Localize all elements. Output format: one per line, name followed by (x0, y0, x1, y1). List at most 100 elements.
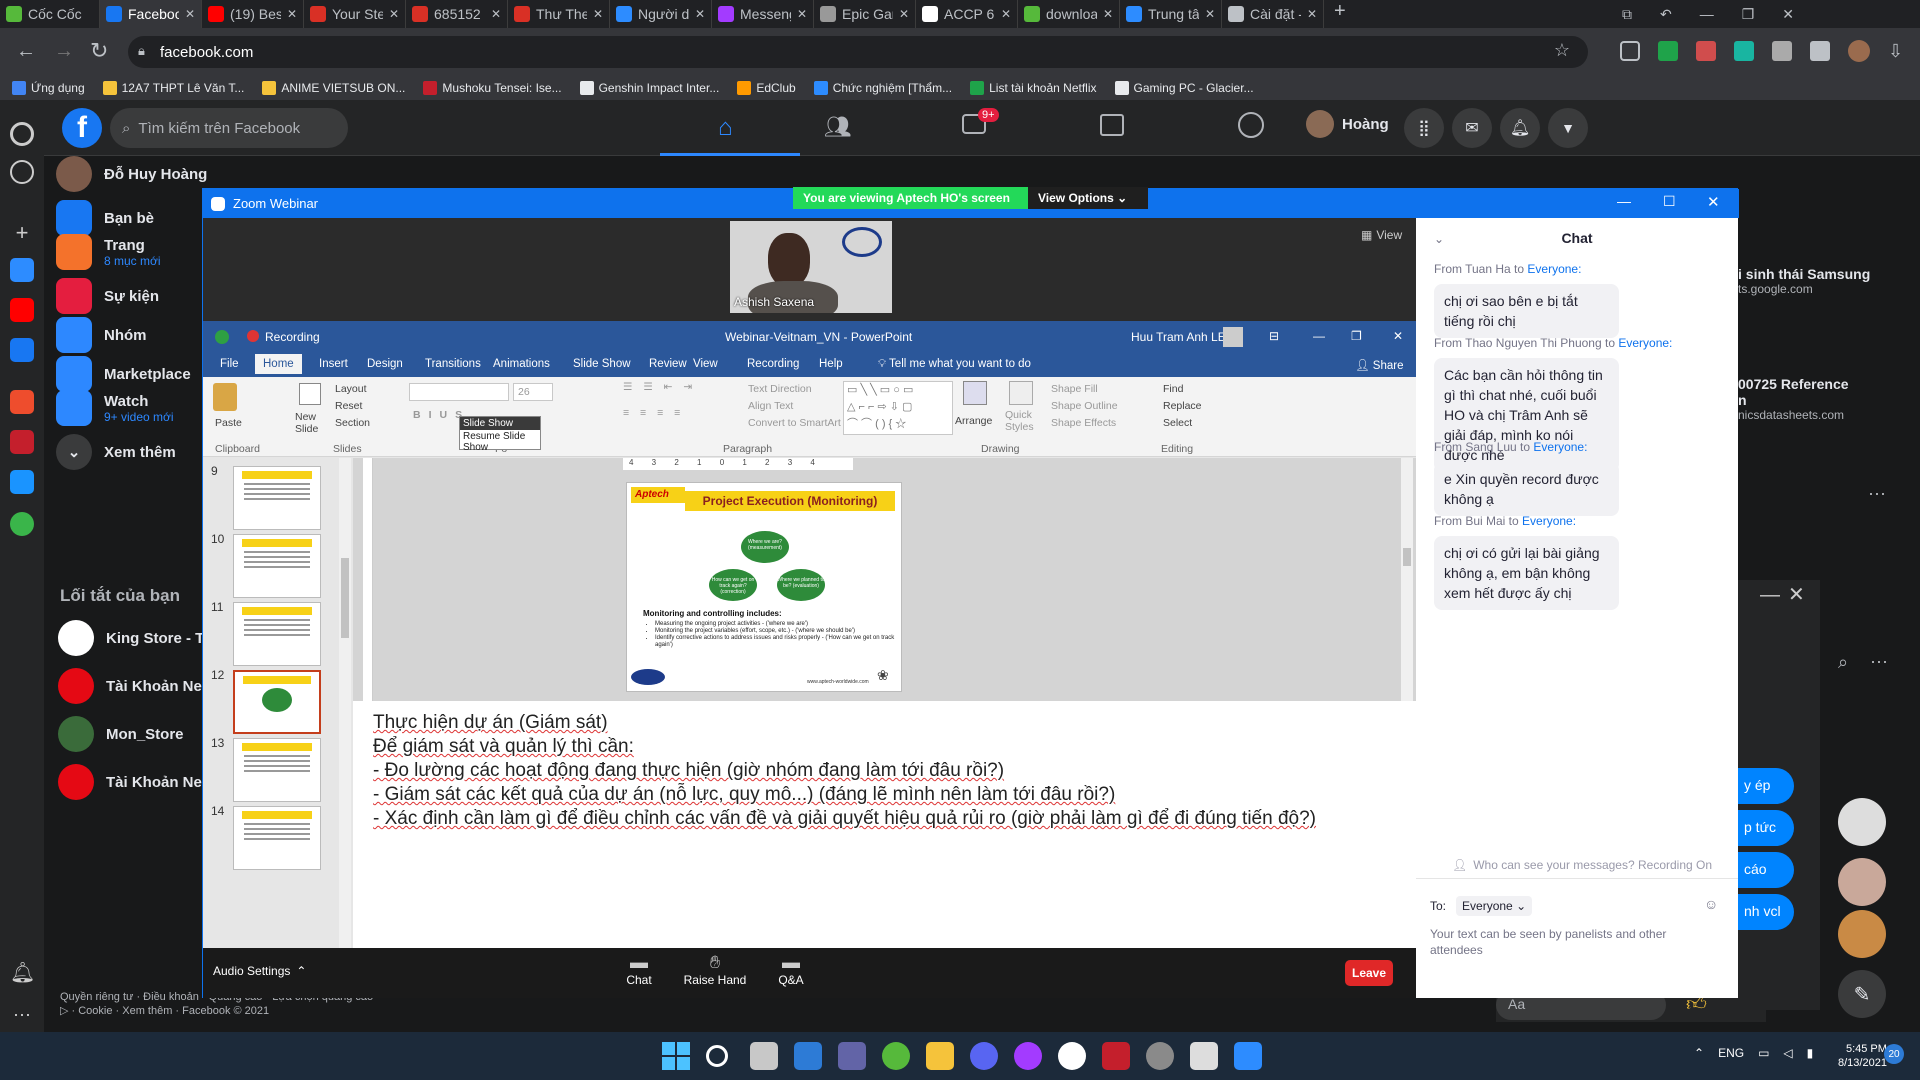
sidebar-item[interactable]: Sự kiện (56, 278, 226, 314)
slide-thumbnail[interactable] (233, 738, 321, 802)
tab-close-icon[interactable]: ✕ (593, 7, 603, 21)
tab-close-icon[interactable]: ✕ (1205, 7, 1215, 21)
sidebar-item[interactable]: Đỗ Huy Hoàng (56, 156, 226, 192)
chat-recipient[interactable]: Everyone: (1533, 440, 1587, 454)
paste-label[interactable]: Paste (215, 417, 242, 429)
nav-home[interactable]: ⌂ (660, 100, 800, 156)
ribbon-tab[interactable]: File (220, 358, 239, 370)
browser-tab[interactable]: 685152 is ✕ (406, 0, 508, 28)
browser-tab[interactable]: Cốc Cốc (0, 0, 100, 28)
tab-close-icon[interactable]: ✕ (1307, 7, 1317, 21)
shapes-gallery[interactable]: ▭ ╲ ╲ ▭ ○ ▭ △ ⌐ ⌐ ⇨ ⇩ ▢ ⌒ ⌒ ( ) { ☆ (843, 381, 953, 435)
raise-hand-button[interactable]: ✋︎ Raise Hand (675, 952, 755, 987)
text-direction-button[interactable]: Text Direction (748, 383, 812, 395)
account-chevron-icon[interactable]: ▼ (1548, 108, 1588, 148)
add-icon[interactable]: + (10, 220, 34, 245)
sidebar-item[interactable]: Bạn bè (56, 200, 226, 236)
view-button[interactable]: ▦ View (1361, 228, 1402, 242)
extension-icon[interactable] (1696, 41, 1716, 61)
scroll-thumb[interactable] (1403, 548, 1411, 566)
search-input[interactable]: ⌕ Tìm kiếm trên Facebook (110, 108, 348, 148)
battery-icon[interactable]: ▮ (1807, 1046, 1814, 1060)
align-buttons[interactable]: ≡ ≡ ≡ ≡ (623, 407, 684, 419)
chevron-up-icon[interactable]: ⌃ (1694, 1046, 1704, 1060)
restore-icon[interactable]: ❐ (1742, 6, 1755, 23)
chat-button[interactable]: ▬ Chat (621, 952, 657, 987)
browser-tab[interactable]: Messenge ✕ (712, 0, 814, 28)
tab-close-icon[interactable]: ✕ (1103, 7, 1113, 21)
sidebar-item[interactable]: ⌄ Xem thêm (56, 434, 226, 470)
puzzle-icon[interactable] (1810, 41, 1830, 61)
url-omnibox[interactable]: 🔒︎ facebook.com ☆ (128, 36, 1588, 68)
share-button[interactable]: 👤︎ Share (1355, 358, 1403, 372)
chat-recipient[interactable]: Everyone: (1618, 336, 1672, 350)
browser-tab[interactable]: Trung tâm ✕ (1120, 0, 1222, 28)
close-icon[interactable]: ✕ (1782, 6, 1794, 23)
to-recipient-select[interactable]: Everyone ⌄ (1456, 896, 1533, 916)
browser-tab[interactable]: download ✕ (1018, 0, 1120, 28)
facebook-icon[interactable] (10, 338, 34, 362)
sponsor-title[interactable]: 00725 Reference (1738, 376, 1920, 392)
bookmark-item[interactable]: Gaming PC - Glacier... (1114, 81, 1254, 95)
marketplace-icon[interactable] (1100, 114, 1124, 136)
vtv-icon[interactable] (10, 430, 34, 454)
avatar[interactable] (1838, 798, 1886, 846)
slide-thumbnail[interactable] (233, 806, 321, 870)
ribbon-tab[interactable]: Review (649, 358, 687, 370)
font-size-box[interactable]: 26 (513, 383, 553, 401)
sidebar-item[interactable]: Nhóm (56, 317, 226, 353)
ribbon-tab[interactable]: Recording (747, 358, 799, 370)
smartart-button[interactable]: Convert to SmartArt (748, 417, 841, 429)
history-icon[interactable] (10, 160, 34, 184)
sponsor-title[interactable]: i sinh thái Samsung (1738, 266, 1920, 282)
bookmark-item[interactable]: Chức nghiệm [Thẩm... (813, 81, 952, 95)
nav-watch[interactable]: 9+ (962, 108, 999, 139)
facebook-logo-icon[interactable]: f (62, 108, 102, 148)
network-icon[interactable]: ▭ (1758, 1046, 1769, 1060)
download-extension-icon[interactable] (1658, 41, 1678, 61)
avatar[interactable] (1223, 327, 1243, 347)
reset-button[interactable]: Reset (335, 400, 362, 412)
thumbnail-scrollbar[interactable] (339, 458, 351, 948)
arrange-button[interactable]: Arrange (955, 415, 992, 427)
quick-styles-button[interactable]: Quick Styles (1005, 409, 1039, 433)
discord-icon[interactable] (970, 1042, 998, 1070)
messenger-icon[interactable]: ✉ (1452, 108, 1492, 148)
bookmark-item[interactable]: Genshin Impact Inter... (579, 81, 719, 95)
search-icon[interactable]: ⌕ (1838, 652, 1848, 673)
browser-tab[interactable]: Người dự ✕ (610, 0, 712, 28)
ribbon-tab[interactable]: Design (367, 358, 403, 370)
back-history-icon[interactable]: ↶ (1660, 6, 1672, 23)
notification-bell-icon[interactable]: 🔔︎ (10, 960, 35, 984)
leave-button[interactable]: Leave (1345, 960, 1393, 986)
maximize-icon[interactable]: ☐ (1663, 193, 1676, 210)
slide-thumbnail[interactable] (233, 670, 321, 734)
tab-close-icon[interactable]: ✕ (1001, 7, 1011, 21)
start-icon[interactable] (662, 1042, 690, 1070)
close-chat-icon[interactable]: ✕ (1788, 582, 1805, 607)
zoom-icon[interactable] (1234, 1042, 1262, 1070)
tab-close-icon[interactable]: ✕ (899, 7, 909, 21)
bookmark-item[interactable]: ANIME VIETSUB ON... (262, 81, 405, 95)
layout-button[interactable]: Layout (335, 383, 367, 395)
more-icon[interactable]: ⋯ (10, 1005, 34, 1029)
tell-me-box[interactable]: 💡︎ Tell me what you want to do (878, 358, 1031, 371)
speaker-notes[interactable]: Thực hiện dự án (Giám sát) Để giám sát và… (353, 701, 1416, 948)
tab-search-icon[interactable]: ⧉ (1622, 6, 1632, 23)
tab-close-icon[interactable]: ✕ (389, 7, 399, 21)
align-text-button[interactable]: Align Text (748, 400, 793, 412)
forward-arrow-icon[interactable]: → (54, 40, 74, 63)
minimize-chat-icon[interactable]: — (1760, 584, 1780, 607)
shape-fill-button[interactable]: Shape Fill (1051, 383, 1098, 395)
ribbon-tab[interactable]: Help (819, 358, 843, 370)
chat-recipient[interactable]: Everyone: (1522, 514, 1576, 528)
tab-close-icon[interactable]: ✕ (185, 7, 195, 21)
shape-outline-button[interactable]: Shape Outline (1051, 400, 1118, 412)
ribbon-tab[interactable]: View (693, 358, 718, 370)
arrange-icon[interactable] (963, 381, 987, 405)
browser-tab[interactable]: (19) Best E ✕ (202, 0, 304, 28)
view-options-button[interactable]: View Options ⌄ (1028, 187, 1148, 209)
tab-close-icon[interactable]: ✕ (491, 7, 501, 21)
volume-icon[interactable]: ◁ (1783, 1046, 1792, 1060)
minimize-icon[interactable]: — (1617, 193, 1631, 209)
